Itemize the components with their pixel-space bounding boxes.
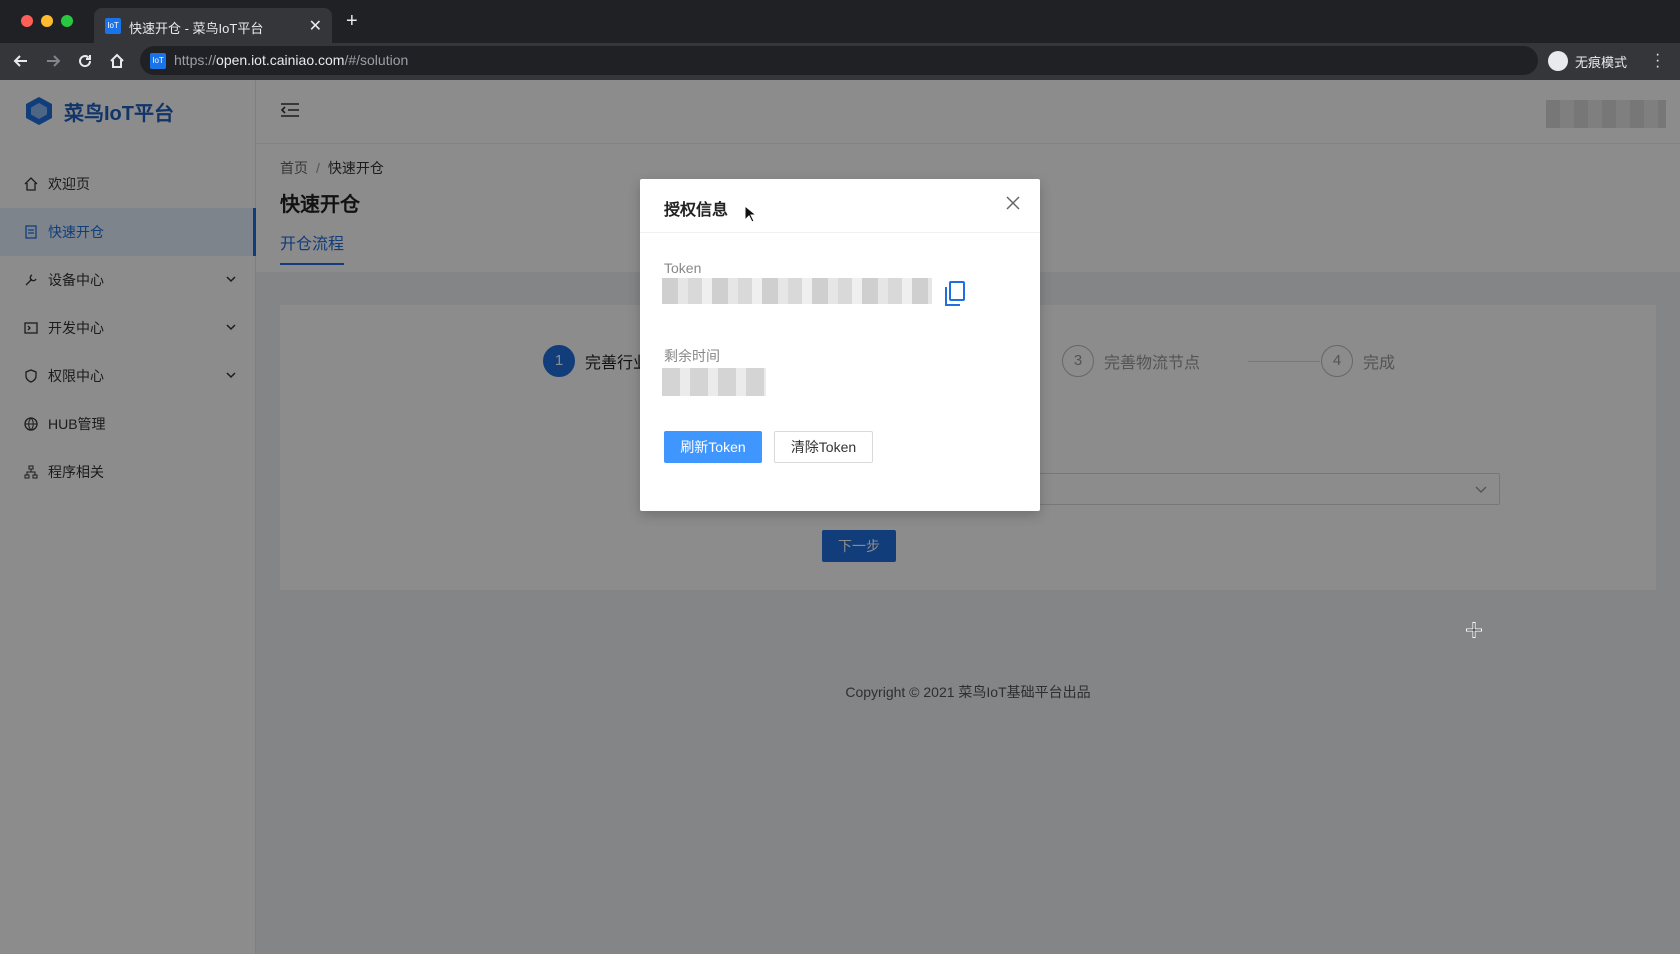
refresh-token-button[interactable]: 刷新Token (664, 431, 762, 463)
auth-info-modal: 授权信息 Token 剩余时间 刷新Token 清除Token (640, 179, 1040, 511)
incognito-indicator[interactable]: 无痕模式 (1548, 49, 1627, 73)
token-label: Token (664, 260, 702, 276)
forward-icon[interactable] (42, 50, 64, 72)
close-window-button[interactable] (21, 15, 33, 27)
modal-header: 授权信息 (640, 179, 1040, 233)
modal-title: 授权信息 (664, 202, 729, 219)
site-favicon-icon: IoT (105, 18, 121, 34)
remaining-time-label: 剩余时间 (664, 348, 720, 364)
browser-menu-icon[interactable]: · · · (1655, 47, 1660, 75)
back-icon[interactable] (10, 50, 32, 72)
new-tab-button[interactable]: + (346, 10, 358, 33)
clear-token-button[interactable]: 清除Token (774, 431, 873, 463)
crosshair-cursor-icon (1466, 622, 1482, 638)
home-icon[interactable] (106, 50, 128, 72)
browser-toolbar: IoT https://open.iot.cainiao.com/#/solut… (0, 43, 1680, 80)
copy-icon[interactable] (944, 281, 966, 307)
minimize-window-button[interactable] (41, 15, 53, 27)
maximize-window-button[interactable] (61, 15, 73, 27)
tab-close-icon[interactable]: ✕ (309, 16, 322, 36)
site-info-icon[interactable]: IoT (150, 53, 166, 69)
tab-title: 快速开仓 - 菜鸟IoT平台 (129, 21, 264, 36)
token-value-blurred (662, 278, 932, 304)
browser-tab[interactable]: IoT 快速开仓 - 菜鸟IoT平台 ✕ (94, 8, 332, 43)
incognito-icon (1548, 51, 1568, 71)
browser-tabbar: IoT 快速开仓 - 菜鸟IoT平台 ✕ + (0, 0, 1680, 43)
reload-icon[interactable] (74, 50, 96, 72)
remaining-time-blurred (662, 368, 766, 396)
address-bar[interactable]: IoT https://open.iot.cainiao.com/#/solut… (140, 46, 1538, 75)
close-icon[interactable] (1006, 196, 1020, 210)
url-text: https://open.iot.cainiao.com/#/solution (174, 52, 409, 68)
mouse-pointer-icon (744, 205, 756, 223)
